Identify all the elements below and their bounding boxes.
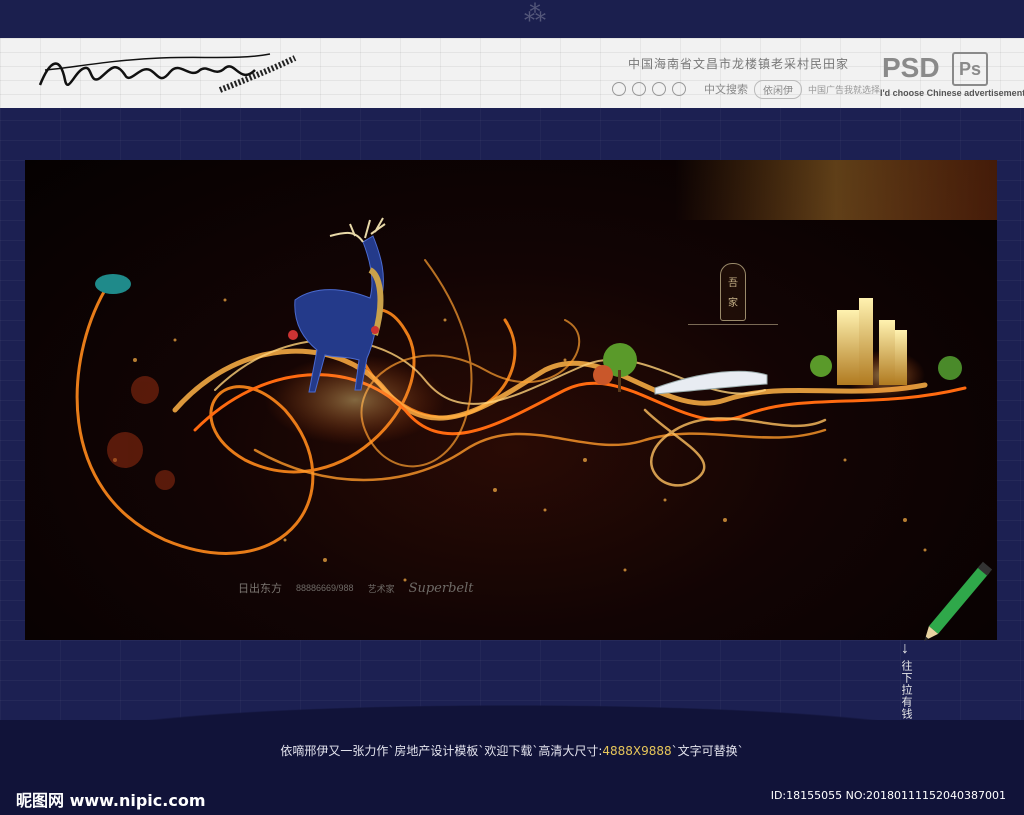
- banner-title: 中国海南省文昌市龙楼镇老采村民田家: [628, 57, 850, 71]
- search-button[interactable]: 依闲伊: [754, 79, 802, 99]
- poster-footer: 日出东方 88886669/988 艺术家 Superbelt: [238, 578, 473, 598]
- circle-icon: [672, 82, 686, 96]
- photoshop-icon: Ps: [952, 52, 988, 86]
- image-id: ID:18155055 NO:20180111152040387001: [770, 789, 1006, 802]
- circle-icon: [652, 82, 666, 96]
- watermark-logo: ⁂: [524, 2, 546, 27]
- banner-english: I'd choose Chinese advertisement: [880, 88, 1024, 98]
- caption-size: 4888X9888: [602, 744, 672, 758]
- top-strip: ⁂: [0, 0, 1024, 38]
- banner-small-text: 中国广告我就选择: [808, 84, 881, 95]
- arrow-down-icon: ↓: [901, 640, 909, 657]
- circle-icon: [612, 82, 626, 96]
- pencil-icon: [924, 561, 993, 641]
- psd-label: PSD: [882, 52, 940, 83]
- poster-script: Superbelt: [408, 580, 474, 596]
- signature-logo: [38, 53, 297, 93]
- emblem-underline: [688, 324, 778, 325]
- buildings: [810, 298, 962, 385]
- banner-toolbar: 中文搜索 依闲伊 中国广告我就选择: [612, 79, 881, 99]
- caption-tail: `文字可替换`: [671, 744, 744, 758]
- fire-ribbon-art: [75, 160, 997, 582]
- emblem-char-2: 家: [728, 298, 738, 309]
- emblem-badge: 吾 家: [720, 263, 746, 321]
- site-logo[interactable]: 昵图网 www.nipic.com: [16, 787, 206, 811]
- circle-icon: [632, 82, 646, 96]
- emblem-char-1: 吾: [728, 278, 738, 289]
- poster-phone: 88886669/988: [296, 583, 354, 593]
- search-label: 中文搜索: [704, 84, 748, 96]
- caption-text: 依嘀邢伊又一张力作`房地产设计模板`欢迎下载`高清大尺寸:: [280, 744, 603, 758]
- poster-slogan: 艺术家: [367, 583, 395, 594]
- poster-artwork: 吾 家: [25, 160, 997, 640]
- caption: 依嘀邢伊又一张力作`房地产设计模板`欢迎下载`高清大尺寸:4888X9888`文…: [0, 742, 1024, 759]
- poster-brand: 日出东方: [238, 582, 282, 595]
